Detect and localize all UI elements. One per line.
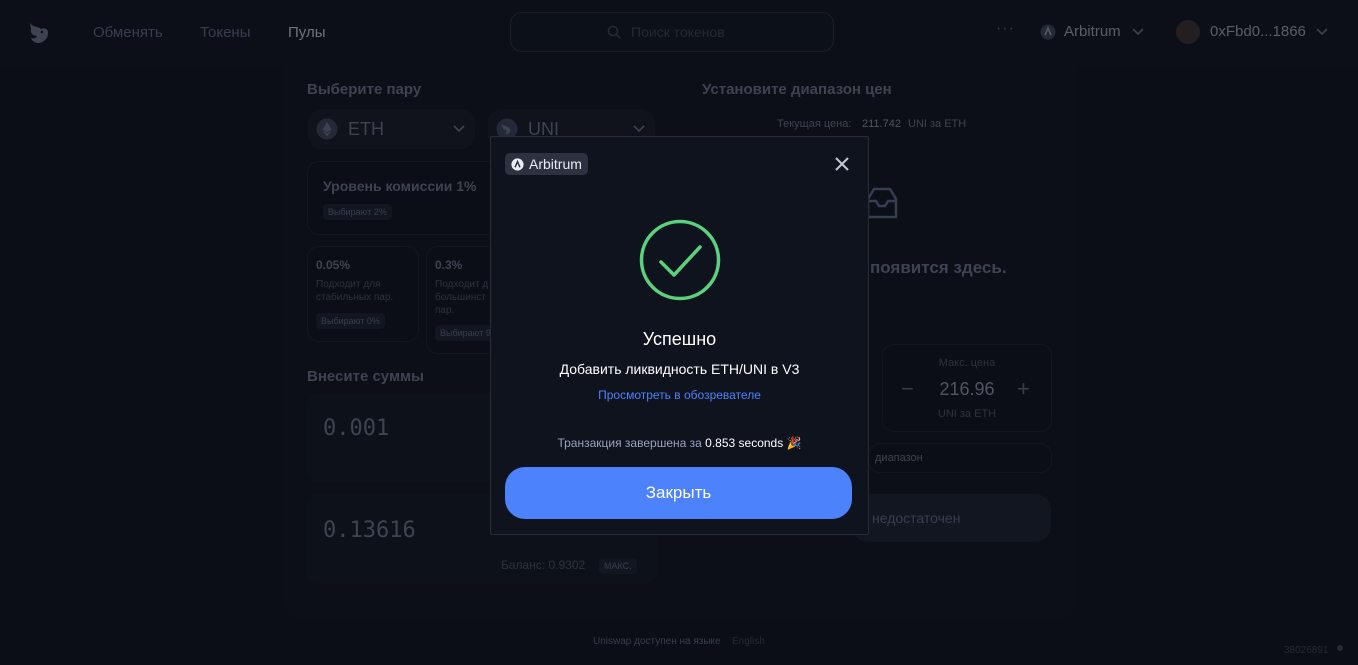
arbitrum-icon (511, 158, 524, 171)
success-description: Добавить ликвидность ETH/UNI в V3 (559, 361, 800, 377)
close-icon[interactable] (831, 153, 853, 175)
network-badge-label: Arbitrum (529, 156, 582, 172)
success-check-icon (639, 219, 721, 301)
view-in-explorer-link[interactable]: Просмотреть в обозревателе (491, 388, 868, 402)
party-popper-icon: 🎉 (786, 436, 802, 450)
tx-time-prefix: Транзакция завершена за (557, 436, 702, 450)
close-button[interactable]: Закрыть (505, 467, 852, 519)
transaction-time: Транзакция завершена за 0.853 seconds 🎉 (491, 436, 868, 450)
success-title: Успешно (642, 329, 717, 349)
tx-time-value: 0.853 seconds (705, 436, 784, 450)
transaction-success-modal: Arbitrum Успешно Добавить ликвидность ET… (490, 136, 869, 535)
network-badge: Arbitrum (505, 153, 588, 175)
